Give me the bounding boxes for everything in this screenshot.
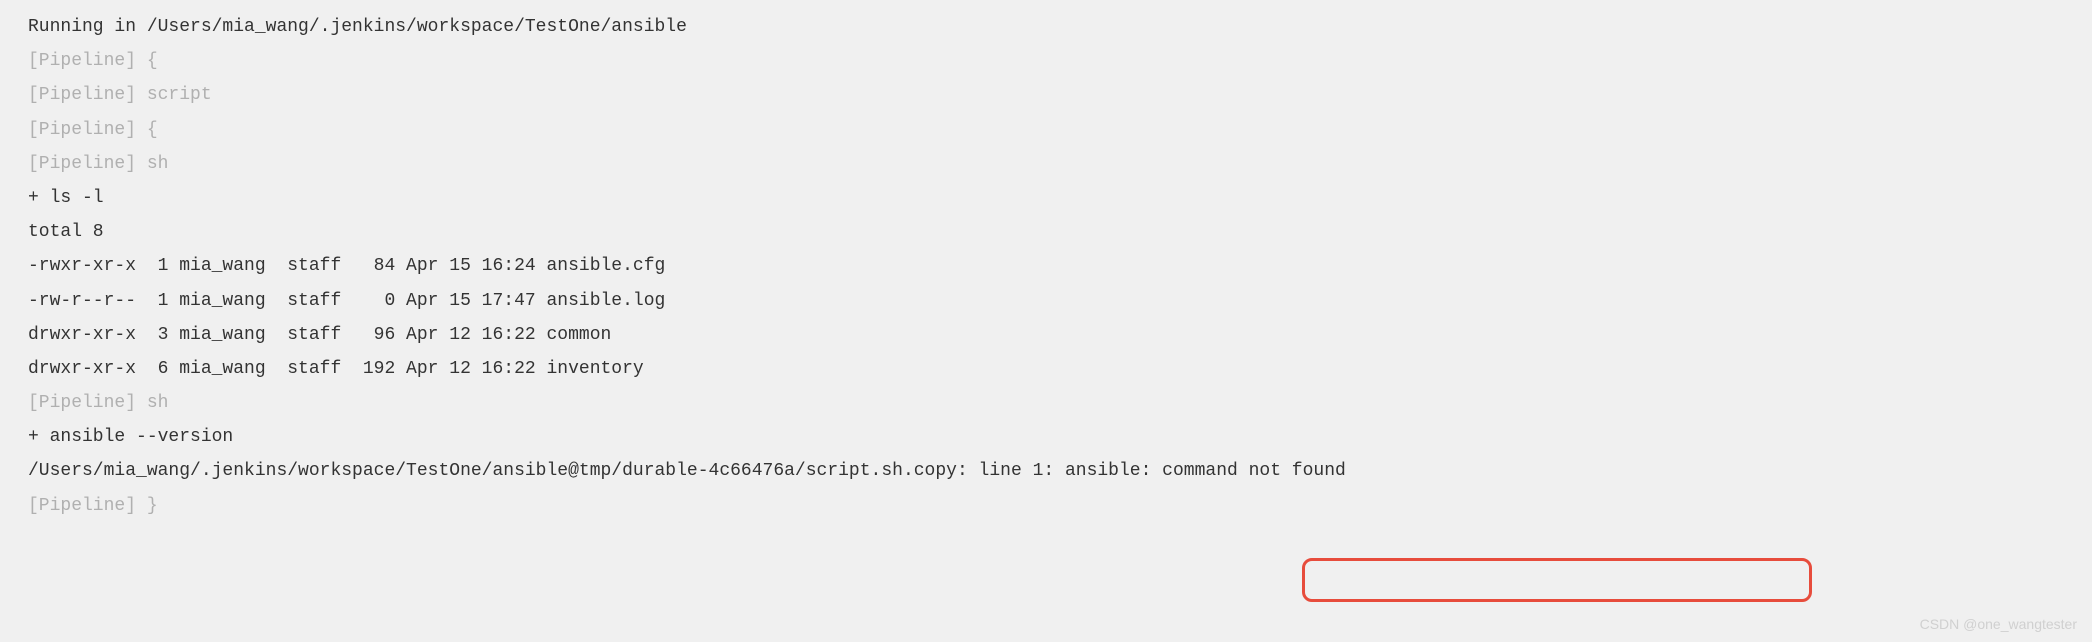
console-line: [Pipeline] script bbox=[28, 78, 2064, 112]
console-line: + ls -l bbox=[28, 181, 2064, 215]
console-line: [Pipeline] { bbox=[28, 113, 2064, 147]
console-line: [Pipeline] { bbox=[28, 44, 2064, 78]
console-line: [Pipeline] sh bbox=[28, 147, 2064, 181]
console-line: -rwxr-xr-x 1 mia_wang staff 84 Apr 15 16… bbox=[28, 249, 2064, 283]
console-line: Running in /Users/mia_wang/.jenkins/work… bbox=[28, 10, 2064, 44]
console-line: + ansible --version bbox=[28, 420, 2064, 454]
console-line: [Pipeline] sh bbox=[28, 386, 2064, 420]
error-highlight-box bbox=[1302, 558, 1812, 602]
watermark-text: CSDN @one_wangtester bbox=[1920, 611, 2077, 638]
console-line: drwxr-xr-x 3 mia_wang staff 96 Apr 12 16… bbox=[28, 318, 2064, 352]
console-line: -rw-r--r-- 1 mia_wang staff 0 Apr 15 17:… bbox=[28, 284, 2064, 318]
console-line: [Pipeline] } bbox=[28, 489, 2064, 523]
console-line: /Users/mia_wang/.jenkins/workspace/TestO… bbox=[28, 454, 2064, 488]
console-line: total 8 bbox=[28, 215, 2064, 249]
console-output: Running in /Users/mia_wang/.jenkins/work… bbox=[28, 10, 2064, 523]
console-line: drwxr-xr-x 6 mia_wang staff 192 Apr 12 1… bbox=[28, 352, 2064, 386]
